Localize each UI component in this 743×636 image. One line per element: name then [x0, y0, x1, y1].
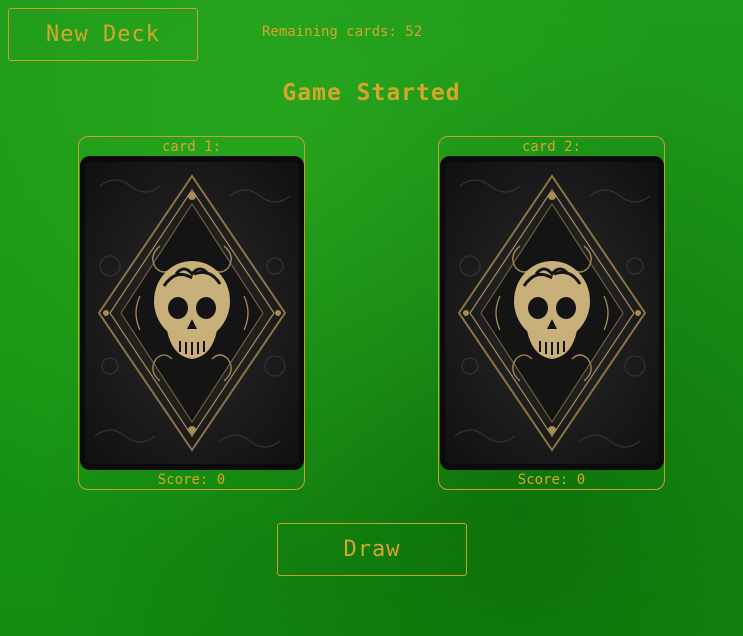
card-back-image [440, 156, 664, 470]
skull-card-back-art [85, 162, 299, 464]
card-slot-title: card 2: [521, 139, 581, 155]
card-slot-score: Score: 0 [517, 472, 586, 488]
remaining-cards-count: 52 [405, 24, 423, 40]
remaining-cards-indicator: Remaining cards: 52 [262, 24, 422, 40]
card-slot-2: card 2: Score: 0 [438, 136, 665, 490]
skull-card-back-art [445, 162, 659, 464]
card-slot-score: Score: 0 [157, 472, 226, 488]
card-slot-title: card 1: [161, 139, 221, 155]
remaining-cards-label: Remaining cards: [262, 24, 397, 40]
game-status-text: Game Started [282, 80, 461, 106]
card-slot-1: card 1: Score: 0 [78, 136, 305, 490]
draw-button[interactable]: Draw [277, 523, 467, 576]
new-deck-button[interactable]: New Deck [8, 8, 198, 61]
card-back-image [80, 156, 304, 470]
